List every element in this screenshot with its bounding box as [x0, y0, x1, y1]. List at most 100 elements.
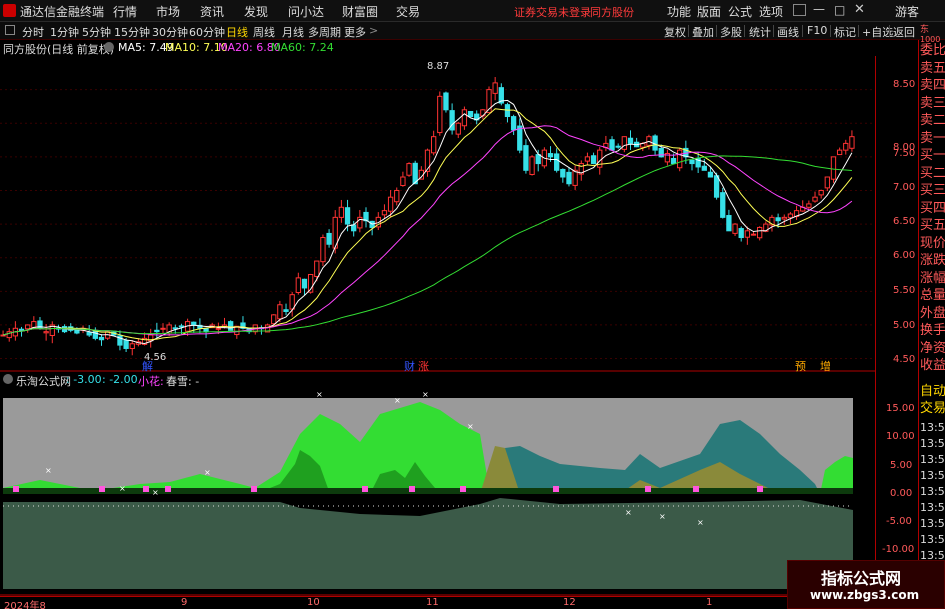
panel-label-20[interactable]: 交易 — [920, 401, 945, 416]
panel-label-6[interactable]: 买一 — [920, 148, 945, 163]
menu-market-quotes[interactable]: 行情 — [113, 3, 137, 20]
y-sub-10: 10.00 — [886, 431, 915, 442]
candle-body — [74, 329, 80, 334]
pink-signal-marker — [693, 486, 699, 492]
title-bar: 通达信金融终端 行情 市场 资讯 发现 问小达 财富圈 交易 证券交易未登录 同… — [0, 0, 945, 22]
y-label-850: 8.50 — [893, 79, 916, 90]
tool-draw-line[interactable]: 画线 — [777, 24, 799, 40]
period-1min[interactable]: 1分钟 — [50, 24, 79, 40]
panel-label-7[interactable]: 买二 — [920, 166, 945, 181]
candle-body — [301, 278, 308, 289]
candle-body — [430, 136, 437, 154]
menu-trade[interactable]: 交易 — [396, 3, 420, 20]
period-daily[interactable]: 日线 — [226, 24, 248, 40]
menu-wealth[interactable]: 财富圈 — [342, 3, 378, 20]
period-15min[interactable]: 15分钟 — [114, 24, 150, 40]
candlestick-chart[interactable]: 8.87 4.56 解财涨预增 — [0, 56, 875, 372]
menu-layout[interactable]: 版面 — [697, 3, 721, 20]
panel-label-3[interactable]: 卖三 — [920, 96, 945, 111]
panel-label-25[interactable]: 13:59 — [920, 484, 945, 499]
app-logo-icon — [3, 4, 16, 17]
panel-label-13[interactable]: 涨幅 — [920, 271, 945, 286]
login-notice[interactable]: 证券交易未登录 — [514, 4, 591, 20]
candle-body — [726, 215, 732, 232]
watermark-url: www.zbgs3.com — [810, 588, 920, 602]
tool-multi-stock[interactable]: 多股 — [720, 24, 742, 40]
panel-label-24[interactable]: 13:59 — [920, 468, 945, 483]
panel-label-19[interactable]: 自动 — [920, 384, 945, 399]
panel-label-0[interactable]: 委比 — [920, 43, 945, 58]
candle-body — [775, 217, 781, 222]
period-timeshare[interactable]: 分时 — [22, 24, 44, 40]
candle-body — [172, 327, 178, 330]
tool-mark[interactable]: 标记 — [834, 24, 856, 40]
panel-label-10[interactable]: 买五 — [920, 218, 945, 233]
close-icon[interactable]: ✕ — [854, 2, 865, 17]
panel-label-1[interactable]: 卖五 — [920, 61, 945, 76]
candle-body — [566, 171, 572, 185]
candle-body — [203, 328, 209, 333]
panel-label-21[interactable]: 13:59 — [920, 420, 945, 435]
panel-label-27[interactable]: 13:59 — [920, 516, 945, 531]
period-multi[interactable]: 多周期 — [308, 24, 341, 40]
x-label-dec: 12 — [563, 597, 576, 608]
candle-body — [228, 321, 234, 331]
tool-statistics[interactable]: 统计 — [749, 24, 771, 40]
indicator-settings-icon[interactable] — [3, 374, 13, 384]
candle-body — [818, 189, 824, 196]
tool-adjust[interactable]: 复权 — [664, 24, 686, 40]
period-more[interactable]: 更多 — [344, 24, 366, 40]
minimize-icon[interactable]: — — [813, 2, 825, 16]
panel-label-4[interactable]: 卖二 — [920, 113, 945, 128]
panel-label-12[interactable]: 涨跌 — [920, 253, 945, 268]
panel-label-22[interactable]: 13:59 — [920, 436, 945, 451]
period-monthly[interactable]: 月线 — [282, 24, 304, 40]
period-30min[interactable]: 30分钟 — [152, 24, 188, 40]
panel-label-15[interactable]: 外盘 — [920, 306, 945, 321]
maximize-icon[interactable]: □ — [834, 3, 845, 17]
menu-discover[interactable]: 发现 — [244, 3, 268, 20]
panel-label-11[interactable]: 现价 — [920, 236, 945, 251]
layout-toggle-icon[interactable] — [5, 25, 15, 35]
panel-label-18[interactable]: 收益 — [920, 358, 945, 373]
candle-body — [836, 149, 843, 156]
candle-body — [781, 216, 787, 220]
candle-body — [806, 203, 812, 208]
period-5min[interactable]: 5分钟 — [82, 24, 111, 40]
panel-label-28[interactable]: 13:59 — [920, 532, 945, 547]
panel-label-9[interactable]: 买四 — [920, 201, 945, 216]
menu-market[interactable]: 市场 — [156, 3, 180, 20]
tool-back[interactable]: 返回 — [893, 24, 915, 40]
pink-signal-marker — [99, 486, 105, 492]
tool-f10[interactable]: F10 — [807, 24, 827, 37]
period-60min[interactable]: 60分钟 — [189, 24, 225, 40]
settings-dot-icon[interactable] — [104, 42, 114, 52]
menu-function[interactable]: 功能 — [667, 3, 691, 20]
menu-news[interactable]: 资讯 — [200, 3, 224, 20]
period-weekly[interactable]: 周线 — [253, 24, 275, 40]
panel-label-17[interactable]: 净资 — [920, 341, 945, 356]
candle-body — [523, 145, 529, 171]
chevron-right-icon[interactable]: > — [369, 24, 378, 37]
panel-label-8[interactable]: 买三 — [920, 183, 945, 198]
candlestick-svg[interactable]: 8.874.56解财涨预增 — [0, 56, 875, 372]
indicator-svg[interactable]: × × × × × × × × × × × — [0, 384, 875, 596]
panel-label-14[interactable]: 总量 — [920, 288, 945, 303]
panel-label-2[interactable]: 卖四 — [920, 78, 945, 93]
quote-side-panel[interactable]: 东 1000 委比 卖五 卖四 卖三 卖二 卖一 买一 买二 买三 买四 买五 现价 涨跌 涨幅 总量 外盘换… — [918, 25, 945, 596]
menu-formula[interactable]: 公式 — [728, 3, 752, 20]
panel-label-16[interactable]: 换手 — [920, 323, 945, 338]
candle-body — [787, 213, 794, 219]
current-stock-tag: 同方股份 — [590, 6, 634, 19]
candle-body — [314, 260, 320, 277]
panel-label-26[interactable]: 13:59 — [920, 500, 945, 515]
panel-label-23[interactable]: 13:59 — [920, 452, 945, 467]
user-guest[interactable]: 游客 — [895, 3, 919, 20]
menu-ask[interactable]: 问小达 — [288, 3, 324, 20]
menu-options[interactable]: 选项 — [759, 3, 783, 20]
white-x-marker: × — [316, 390, 323, 399]
tool-overlay[interactable]: 叠加 — [692, 24, 714, 40]
window-restore-icon[interactable] — [793, 4, 806, 16]
panel-label-5[interactable]: 卖一 — [920, 131, 945, 146]
indicator-chart[interactable]: × × × × × × × × × × × — [0, 384, 875, 596]
